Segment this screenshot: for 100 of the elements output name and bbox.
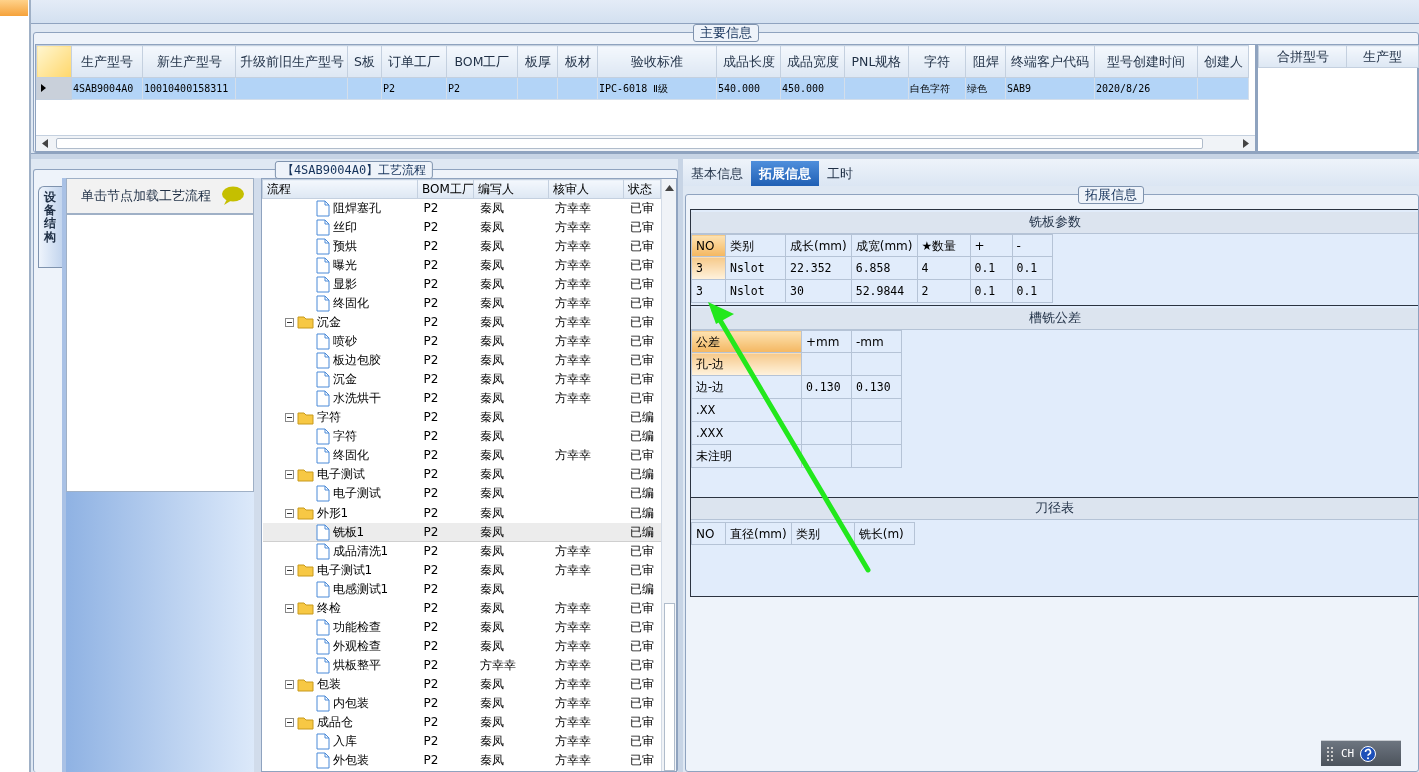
- column-header[interactable]: 直径(mm): [725, 522, 792, 545]
- collapse-icon[interactable]: [284, 603, 294, 613]
- collapse-icon[interactable]: [284, 317, 294, 327]
- column-header[interactable]: 订单工厂: [381, 45, 447, 78]
- tree-node[interactable]: 电子测试: [332, 486, 381, 502]
- column-header[interactable]: +: [970, 234, 1012, 257]
- tree-node[interactable]: 烘板整平: [332, 658, 381, 674]
- tree-row[interactable]: 功能检查 P2 秦凤 方幸幸 已审: [262, 617, 661, 637]
- tree-node[interactable]: 入库: [332, 734, 357, 750]
- tree-node[interactable]: 功能检查: [332, 619, 381, 635]
- tree-row[interactable]: 电感测试1 P2 秦凤 已编: [262, 579, 661, 599]
- table-row[interactable]: 4SAB9004A0 10010400158311 P2 P2 IPC-6018 Ⅱ级 540.000 450.000 白色字符 绿色 SAB9 2020/8/26: [36, 77, 1249, 100]
- tree-node[interactable]: 板边包胶: [332, 353, 381, 369]
- tree-row[interactable]: 字符 P2 秦凤 已编: [262, 408, 661, 428]
- tree-node[interactable]: 丝印: [332, 219, 357, 235]
- column-header[interactable]: 成宽(mm): [851, 234, 917, 257]
- tree-node[interactable]: 预烘: [332, 238, 357, 254]
- column-header[interactable]: PNL规格: [844, 45, 909, 78]
- tree-node[interactable]: 水洗烘干: [332, 391, 381, 407]
- column-header[interactable]: 核审人: [548, 179, 624, 199]
- horizontal-scrollbar[interactable]: [36, 135, 1255, 151]
- column-header[interactable]: 状态: [623, 179, 661, 199]
- column-header[interactable]: BOM工厂: [446, 45, 518, 78]
- tree-node[interactable]: 外形1: [316, 505, 349, 521]
- tree-node[interactable]: 电感测试1: [332, 581, 389, 597]
- tab[interactable]: 工时: [819, 161, 861, 186]
- tree-row[interactable]: 内包装 P2 秦凤 方幸幸 已审: [262, 694, 661, 714]
- column-header[interactable]: 流程: [262, 179, 418, 199]
- tree-row[interactable]: 终检 P2 秦凤 方幸幸 已审: [262, 598, 661, 618]
- tree-row[interactable]: 外形1 P2 秦凤 已编: [262, 503, 661, 523]
- tab[interactable]: 拓展信息: [751, 161, 819, 186]
- tree-row[interactable]: 外包装 P2 秦凤 方幸幸 已审: [262, 751, 661, 771]
- column-header[interactable]: -: [1012, 234, 1052, 257]
- tree-row[interactable]: 入库 P2 秦凤 方幸幸 已审: [262, 732, 661, 752]
- column-header[interactable]: 升级前旧生产型号: [235, 45, 348, 78]
- column-header[interactable]: 验收标准: [597, 45, 717, 78]
- column-header[interactable]: 型号创建时间: [1094, 45, 1198, 78]
- tree-node[interactable]: 沉金: [332, 372, 357, 388]
- collapse-icon[interactable]: [284, 413, 294, 423]
- language-bar[interactable]: CH: [1321, 740, 1401, 766]
- tree-row[interactable]: 电子测试 P2 秦凤 已编: [262, 484, 661, 504]
- scroll-up-icon[interactable]: [664, 185, 674, 191]
- column-header[interactable]: 成品宽度: [780, 45, 845, 78]
- tree-node[interactable]: 铣板1: [332, 524, 365, 540]
- column-header[interactable]: 成品长度: [716, 45, 781, 78]
- tree-row[interactable]: 水洗烘干 P2 秦凤 方幸幸 已审: [262, 389, 661, 409]
- column-header[interactable]: 成长(mm): [785, 234, 852, 257]
- tree-node[interactable]: 字符: [332, 429, 357, 445]
- column-header[interactable]: 生产型号: [71, 45, 143, 78]
- tree-row[interactable]: 曝光 P2 秦凤 方幸幸 已审: [262, 255, 661, 275]
- column-header[interactable]: 字符: [908, 45, 966, 78]
- tree-row[interactable]: 成品仓 P2 秦凤 方幸幸 已审: [262, 713, 661, 733]
- help-icon[interactable]: [1360, 745, 1377, 762]
- collapse-icon[interactable]: [284, 718, 294, 728]
- column-header[interactable]: 公差: [691, 330, 802, 353]
- column-header[interactable]: -mm: [851, 330, 902, 353]
- tree-node[interactable]: 外观检查: [332, 638, 381, 654]
- collapse-icon[interactable]: [284, 680, 294, 690]
- tree-row[interactable]: 沉金 P2 秦凤 方幸幸 已审: [262, 312, 661, 332]
- column-header[interactable]: 新生产型号: [142, 45, 236, 78]
- tree-node[interactable]: 显影: [332, 276, 357, 292]
- vertical-scrollbar[interactable]: [661, 179, 676, 771]
- scroll-thumb[interactable]: [663, 603, 675, 771]
- tree-row[interactable]: 外观检查 P2 秦凤 方幸幸 已审: [262, 636, 661, 656]
- tree-row[interactable]: 显影 P2 秦凤 方幸幸 已审: [262, 274, 661, 294]
- tree-node[interactable]: 曝光: [332, 257, 357, 273]
- column-header[interactable]: 板厚: [517, 45, 558, 78]
- tree-node[interactable]: 包装: [316, 677, 341, 693]
- column-header[interactable]: S板: [347, 45, 382, 78]
- column-header[interactable]: +mm: [801, 330, 852, 353]
- scroll-right-icon[interactable]: [1243, 139, 1249, 148]
- column-header[interactable]: 合拼型号: [1258, 45, 1347, 68]
- tree-row[interactable]: 喷砂 P2 秦凤 方幸幸 已审: [262, 331, 661, 351]
- collapse-icon[interactable]: [284, 565, 294, 575]
- tree-row[interactable]: 字符 P2 秦凤 已编: [262, 427, 661, 447]
- tree-row[interactable]: 烘板整平 P2 方幸幸 方幸幸 已审: [262, 656, 661, 676]
- column-header[interactable]: 创建人: [1197, 45, 1249, 78]
- tree-row[interactable]: 铣板1 P2 秦凤 已编: [262, 522, 661, 542]
- tree-node[interactable]: 电子测试: [316, 467, 365, 483]
- column-header[interactable]: 编写人: [473, 179, 549, 199]
- column-header[interactable]: 板材: [557, 45, 598, 78]
- column-header[interactable]: 铣长(m): [854, 522, 915, 545]
- column-header[interactable]: 生产型: [1346, 45, 1419, 68]
- tree-row[interactable]: 电子测试1 P2 秦凤 方幸幸 已审: [262, 560, 661, 580]
- column-header[interactable]: 终端客户代码: [1005, 45, 1095, 78]
- column-header[interactable]: 类别: [725, 234, 786, 257]
- tree-row[interactable]: 终固化 P2 秦凤 方幸幸 已审: [262, 293, 661, 313]
- tree-row[interactable]: 板边包胶 P2 秦凤 方幸幸 已审: [262, 351, 661, 371]
- tree-node[interactable]: 电子测试1: [316, 562, 373, 578]
- tree-row[interactable]: 阻焊塞孔 P2 秦凤 方幸幸 已审: [262, 198, 661, 218]
- tree-row[interactable]: 包装 P2 秦凤 方幸幸 已审: [262, 675, 661, 695]
- tree-node[interactable]: 终检: [316, 600, 341, 616]
- tree-node[interactable]: 终固化: [332, 448, 369, 464]
- tab[interactable]: 基本信息: [683, 161, 751, 186]
- tree-node[interactable]: 字符: [316, 410, 341, 426]
- tree-node[interactable]: 终固化: [332, 295, 369, 311]
- collapse-icon[interactable]: [284, 470, 294, 480]
- column-header[interactable]: 阻焊: [965, 45, 1006, 78]
- column-header[interactable]: ★数量: [917, 234, 970, 257]
- tree-node[interactable]: 内包装: [332, 696, 369, 712]
